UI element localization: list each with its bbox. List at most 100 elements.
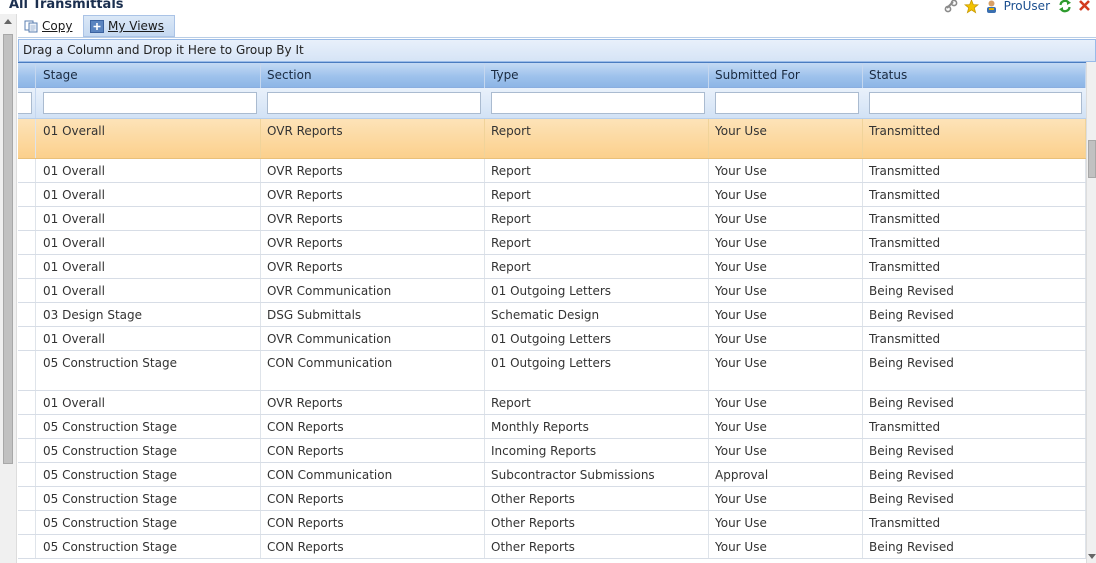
cell-section: DSG Submittals	[261, 303, 485, 326]
column-header-stage[interactable]: Stage	[37, 63, 261, 88]
table-row[interactable]: 01 Overall OVR Reports Report Your Use Trans…	[18, 255, 1086, 279]
cell-stage: 05 Construction Stage	[37, 415, 261, 438]
cell-section: CON Reports	[261, 415, 485, 438]
table-row[interactable]: 05 Construction Stage CON Reports Other Re…	[18, 511, 1086, 535]
row-indicator[interactable]	[18, 231, 36, 254]
cell-status: Being Revised	[863, 535, 1086, 558]
my-views-label: My Views	[108, 19, 164, 33]
cell-stage: 01 Overall	[37, 255, 261, 278]
cell-type: Schematic Design	[485, 303, 709, 326]
table-row[interactable]: 03 Design Stage DSG Submittals Schematic D…	[18, 303, 1086, 327]
cell-status: Being Revised	[863, 391, 1086, 414]
close-icon[interactable]	[1078, 0, 1092, 13]
scroll-up-arrow-icon[interactable]	[4, 19, 12, 24]
filter-selector-input[interactable]	[18, 92, 32, 114]
row-indicator[interactable]	[18, 391, 36, 414]
cell-stage: 05 Construction Stage	[37, 351, 261, 390]
column-header-status[interactable]: Status	[863, 63, 1086, 88]
filter-stage-input[interactable]	[43, 92, 257, 114]
table-row[interactable]: 05 Construction Stage CON Reports Other Re…	[18, 487, 1086, 511]
table-row[interactable]: 01 Overall OVR Reports Report Your Use Trans…	[18, 159, 1086, 183]
table-row[interactable]: 01 Overall OVR Reports Report Your Use Trans…	[18, 207, 1086, 231]
cell-submitted-for: Your Use	[709, 439, 863, 462]
star-icon[interactable]	[963, 0, 979, 14]
row-indicator[interactable]	[18, 463, 36, 486]
row-indicator[interactable]	[18, 183, 36, 206]
cell-submitted-for: Your Use	[709, 391, 863, 414]
table-row[interactable]: 05 Construction Stage CON Communication Su…	[18, 463, 1086, 487]
copy-icon	[24, 20, 38, 33]
row-indicator[interactable]	[18, 439, 36, 462]
cell-status: Being Revised	[863, 279, 1086, 302]
row-indicator[interactable]	[18, 327, 36, 350]
cell-submitted-for: Approval	[709, 463, 863, 486]
cell-stage: 05 Construction Stage	[37, 463, 261, 486]
row-indicator[interactable]	[18, 119, 36, 158]
cell-type: Report	[485, 391, 709, 414]
filter-row	[18, 88, 1086, 119]
cell-type: Report	[485, 159, 709, 182]
column-header-type[interactable]: Type	[485, 63, 709, 88]
table-row[interactable]: 01 Overall OVR Reports Report Your Use Being…	[18, 391, 1086, 415]
user-icon	[984, 0, 998, 13]
filter-status-input[interactable]	[869, 92, 1082, 114]
refresh-icon[interactable]	[1058, 0, 1072, 13]
scroll-thumb[interactable]	[3, 34, 13, 464]
cell-type: Report	[485, 231, 709, 254]
copy-label: Copy	[42, 19, 73, 33]
row-indicator[interactable]	[18, 255, 36, 278]
group-by-panel[interactable]: Drag a Column and Drop it Here to Group …	[18, 39, 1096, 62]
cell-stage: 05 Construction Stage	[37, 535, 261, 558]
scroll-down-arrow-icon[interactable]	[1088, 554, 1096, 559]
cell-section: OVR Reports	[261, 159, 485, 182]
row-indicator[interactable]	[18, 351, 36, 390]
cell-status: Transmitted	[863, 231, 1086, 254]
cell-type: Monthly Reports	[485, 415, 709, 438]
row-indicator[interactable]	[18, 303, 36, 326]
username[interactable]: ProUser	[1004, 0, 1050, 13]
column-header-submitted-for[interactable]: Submitted For	[709, 63, 863, 88]
cell-stage: 03 Design Stage	[37, 303, 261, 326]
row-indicator[interactable]	[18, 415, 36, 438]
cell-section: OVR Communication	[261, 279, 485, 302]
table-row[interactable]: 05 Construction Stage CON Reports Incoming…	[18, 439, 1086, 463]
row-indicator[interactable]	[18, 487, 36, 510]
right-scrollbar[interactable]	[1086, 62, 1096, 563]
cell-type: 01 Outgoing Letters	[485, 351, 709, 390]
right-scroll-thumb[interactable]	[1088, 140, 1096, 178]
my-views-button[interactable]: My Views	[83, 15, 175, 37]
table-row[interactable]: 05 Construction Stage CON Reports Other Re…	[18, 535, 1086, 559]
cell-section: OVR Communication	[261, 327, 485, 350]
table-row[interactable]: 05 Construction Stage CON Communication 01…	[18, 351, 1086, 391]
cell-status: Transmitted	[863, 255, 1086, 278]
filter-type-input[interactable]	[491, 92, 705, 114]
cell-section: OVR Reports	[261, 231, 485, 254]
column-header-section[interactable]: Section	[261, 63, 485, 88]
cell-stage: 01 Overall	[37, 391, 261, 414]
cell-type: 01 Outgoing Letters	[485, 327, 709, 350]
cell-submitted-for: Your Use	[709, 255, 863, 278]
left-scrollbar[interactable]	[0, 14, 17, 563]
link-icon[interactable]	[944, 0, 958, 13]
cell-type: Subcontractor Submissions	[485, 463, 709, 486]
table-row[interactable]: 01 Overall OVR Communication 01 Outgoing L…	[18, 327, 1086, 351]
table-row[interactable]: 05 Construction Stage CON Reports Monthly …	[18, 415, 1086, 439]
filter-submitted-for-input[interactable]	[715, 92, 859, 114]
row-indicator[interactable]	[18, 207, 36, 230]
row-indicator[interactable]	[18, 535, 36, 558]
cell-submitted-for: Your Use	[709, 231, 863, 254]
table-row[interactable]: 01 Overall OVR Reports Report Your Use Trans…	[18, 231, 1086, 255]
cell-status: Transmitted	[863, 207, 1086, 230]
cell-stage: 05 Construction Stage	[37, 487, 261, 510]
filter-section-input[interactable]	[267, 92, 481, 114]
table-row[interactable]: 01 Overall OVR Communication 01 Outgoing L…	[18, 279, 1086, 303]
cell-submitted-for: Your Use	[709, 327, 863, 350]
row-indicator[interactable]	[18, 279, 36, 302]
row-indicator[interactable]	[18, 511, 36, 534]
cell-section: CON Reports	[261, 439, 485, 462]
copy-button[interactable]: Copy	[18, 15, 81, 37]
row-indicator[interactable]	[18, 159, 36, 182]
cell-submitted-for: Your Use	[709, 415, 863, 438]
table-row-selected[interactable]: 01 Overall OVR Reports Report Your Use Trans…	[18, 119, 1086, 159]
table-row[interactable]: 01 Overall OVR Reports Report Your Use Trans…	[18, 183, 1086, 207]
